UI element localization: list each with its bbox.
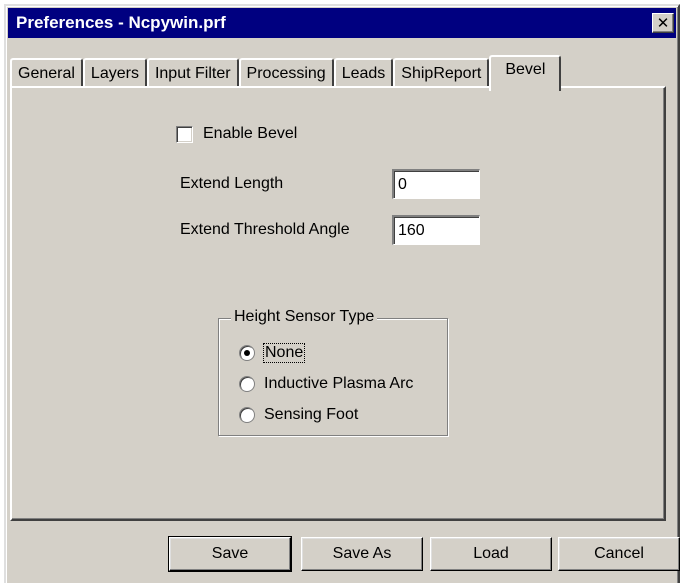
tab-general[interactable]: General bbox=[10, 58, 83, 88]
radio-inductive-plasma-arc-button[interactable] bbox=[239, 376, 255, 392]
tab-label: Layers bbox=[90, 65, 139, 82]
save-as-button[interactable]: Save As bbox=[301, 537, 423, 571]
tab-label: Bevel bbox=[505, 61, 546, 78]
tab-label: Leads bbox=[341, 65, 386, 82]
extend-threshold-angle-input[interactable] bbox=[392, 215, 480, 245]
radio-none[interactable]: None bbox=[239, 343, 306, 363]
window-title: Preferences - Ncpywin.prf bbox=[16, 13, 226, 32]
tab-label: Processing bbox=[246, 65, 326, 82]
radio-sensing-foot[interactable]: Sensing Foot bbox=[239, 406, 358, 424]
enable-bevel-checkbox-row[interactable]: Enable Bevel bbox=[176, 125, 297, 143]
close-button[interactable]: ✕ bbox=[652, 13, 674, 33]
close-icon: ✕ bbox=[656, 14, 670, 32]
cancel-button[interactable]: Cancel bbox=[558, 537, 680, 571]
tab-input-filter[interactable]: Input Filter bbox=[146, 58, 239, 88]
tab-shipreport[interactable]: ShipReport bbox=[393, 58, 490, 88]
radio-inductive-plasma-arc-label: Inductive Plasma Arc bbox=[264, 375, 414, 392]
radio-sensing-foot-button[interactable] bbox=[239, 407, 255, 423]
height-sensor-type-group: Height Sensor Type None Inductive Plasma… bbox=[218, 308, 448, 436]
save-button[interactable]: Save bbox=[168, 536, 292, 572]
tab-processing[interactable]: Processing bbox=[238, 58, 334, 88]
radio-none-button[interactable] bbox=[239, 345, 255, 361]
load-button[interactable]: Load bbox=[430, 537, 552, 571]
extend-length-label: Extend Length bbox=[180, 175, 284, 192]
radio-sensing-foot-label: Sensing Foot bbox=[264, 406, 359, 423]
title-bar[interactable]: Preferences - Ncpywin.prf ✕ bbox=[8, 8, 676, 38]
extend-threshold-angle-label: Extend Threshold Angle bbox=[180, 221, 350, 238]
enable-bevel-checkbox[interactable] bbox=[176, 125, 193, 143]
tab-label: General bbox=[18, 65, 75, 82]
tab-label: Input Filter bbox=[154, 65, 231, 82]
tab-leads[interactable]: Leads bbox=[333, 58, 394, 88]
tab-strip: General Layers Input Filter Processing L… bbox=[10, 54, 562, 91]
height-sensor-type-title: Height Sensor Type bbox=[231, 308, 378, 326]
radio-none-label: None bbox=[262, 343, 306, 363]
radio-inductive-plasma-arc[interactable]: Inductive Plasma Arc bbox=[239, 375, 413, 393]
tab-label: ShipReport bbox=[401, 65, 482, 82]
extend-length-input[interactable] bbox=[392, 169, 480, 199]
enable-bevel-label: Enable Bevel bbox=[203, 125, 298, 142]
tab-layers[interactable]: Layers bbox=[82, 58, 147, 88]
tab-bevel[interactable]: Bevel bbox=[489, 55, 562, 91]
bevel-panel bbox=[10, 86, 666, 521]
